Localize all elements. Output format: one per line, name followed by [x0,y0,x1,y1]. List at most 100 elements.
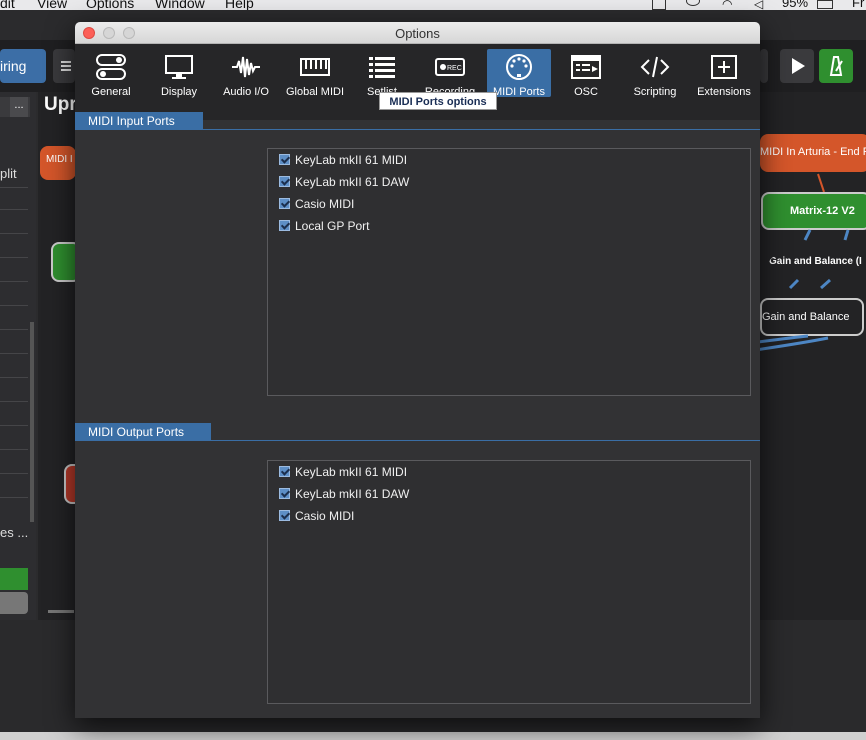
wifi-icon[interactable]: ◠ [722,0,732,10]
metronome-button[interactable] [819,49,853,83]
sidebar-text-split: plit [0,166,17,181]
sidebar-divider [0,473,28,474]
time-machine-icon[interactable] [686,0,700,6]
sidebar-divider [0,497,28,498]
matrix-node[interactable]: Matrix-12 V2 [761,192,866,230]
options-dialog: Options General Display Audio I/O Global… [75,22,760,718]
airplay-icon[interactable] [652,0,666,10]
checkbox-checked[interactable] [279,466,290,477]
background-sidebar: ... plit es ... [0,92,36,620]
input-port-item[interactable]: Casio MIDI [279,197,354,213]
port-name: KeyLab mkII 61 DAW [295,175,410,189]
code-brackets-icon [640,56,670,78]
tab-label: OSC [574,86,598,98]
sidebar-divider [0,401,28,402]
tab-label: Display [160,86,198,98]
toggle-switches-icon [96,54,126,80]
waveform-icon [232,56,260,78]
midi-output-ports-list[interactable]: KeyLab mkII 61 MIDI KeyLab mkII 61 DAW C… [267,460,751,704]
port-name: KeyLab mkII 61 MIDI [295,465,408,479]
dialog-title: Options [395,26,440,41]
midi-output-section-title: MIDI Output Ports [75,423,211,441]
sidebar-divider [0,187,28,188]
rec-badge-text: REC [447,65,462,72]
rec-icon: REC [435,58,465,76]
port-name: Local GP Port [295,219,370,233]
tab-display[interactable]: Display [149,49,209,98]
port-name: Casio MIDI [295,197,355,211]
menu-options[interactable]: Options [86,0,134,10]
menu-edit[interactable]: dit [0,0,15,10]
midi-in-arturia-node[interactable]: MIDI In Arturia - End FX [760,134,866,172]
sidebar-divider [0,281,28,282]
output-port-item[interactable]: KeyLab mkII 61 DAW [279,487,409,503]
sidebar-divider [0,425,28,426]
sidebar-scrollbar[interactable] [30,322,34,522]
midi-input-section-title: MIDI Input Ports [75,112,203,130]
play-button[interactable] [780,49,814,83]
dialog-titlebar[interactable]: Options [75,22,760,44]
midi-in-node-left[interactable]: MIDI I [40,146,76,180]
checkbox-checked[interactable] [279,154,290,165]
input-port-item[interactable]: KeyLab mkII 61 MIDI [279,153,407,169]
midi-ports-tooltip: MIDI Ports options [379,92,497,110]
sidebar-divider [0,305,28,306]
metronome-icon [829,56,843,76]
tab-scripting[interactable]: Scripting [627,49,683,98]
tab-audio-io[interactable]: Audio I/O [215,49,277,98]
midi-input-ports-list[interactable]: KeyLab mkII 61 MIDI KeyLab mkII 61 DAW C… [267,148,751,396]
port-name: Casio MIDI [295,509,355,523]
sidebar-divider [0,257,28,258]
tab-setlist[interactable]: Setlist [357,49,407,98]
sidebar-divider [0,209,28,210]
piano-keys-icon [300,58,330,76]
output-port-item[interactable]: Casio MIDI [279,509,354,525]
menu-help[interactable]: Help [225,0,254,10]
tab-label: Scripting [633,86,677,98]
checkbox-checked[interactable] [279,176,290,187]
sidebar-divider [0,233,28,234]
tab-label: Global MIDI [285,86,345,98]
rackspace-title: Upr [44,94,77,115]
sidebar-more-button[interactable]: ... [10,97,28,117]
tab-midi-ports[interactable]: MIDI Ports [487,49,551,98]
tab-recording[interactable]: REC Recording [421,49,479,98]
checkbox-checked[interactable] [279,488,290,499]
battery-icon[interactable] [817,0,833,9]
output-port-item[interactable]: KeyLab mkII 61 MIDI [279,465,407,481]
input-port-item[interactable]: Local GP Port [279,219,369,235]
tab-global-midi[interactable]: Global MIDI [283,49,347,98]
section-divider [75,129,760,130]
menubar-date: Fr [852,0,865,10]
midi-din-icon [506,54,532,80]
screen: dit View Options Window Help ◠ ◁ 95% Fr … [0,0,866,740]
workspace-scrollbar[interactable] [48,610,74,613]
port-name: KeyLab mkII 61 MIDI [295,153,408,167]
sidebar-divider [0,353,28,354]
checkbox-checked[interactable] [279,220,290,231]
tab-osc[interactable]: OSC [561,49,611,98]
mac-menubar: dit View Options Window Help ◠ ◁ 95% Fr [0,0,866,10]
list-view-button[interactable] [53,49,75,83]
plus-box-icon [711,55,737,79]
menu-view[interactable]: View [37,0,67,10]
osc-screen-icon [571,55,601,79]
tab-label: Extensions [697,86,751,98]
sidebar-green-bar [0,568,28,590]
tab-extensions[interactable]: Extensions [693,49,755,98]
sidebar-gray-button[interactable] [0,592,28,614]
toolbar-segment [760,49,768,83]
input-port-item[interactable]: KeyLab mkII 61 DAW [279,175,409,191]
tab-general[interactable]: General [83,49,139,98]
port-name: KeyLab mkII 61 DAW [295,487,410,501]
play-icon [792,58,805,74]
volume-icon[interactable]: ◁ [754,0,763,10]
monitor-icon [165,55,193,79]
checkbox-checked[interactable] [279,198,290,209]
menu-window[interactable]: Window [155,0,205,10]
tab-label: General [91,86,131,98]
wiring-button[interactable]: iring [0,49,46,83]
battery-percent: 95% [782,0,809,10]
checkbox-checked[interactable] [279,510,290,521]
sidebar-divider [0,449,28,450]
